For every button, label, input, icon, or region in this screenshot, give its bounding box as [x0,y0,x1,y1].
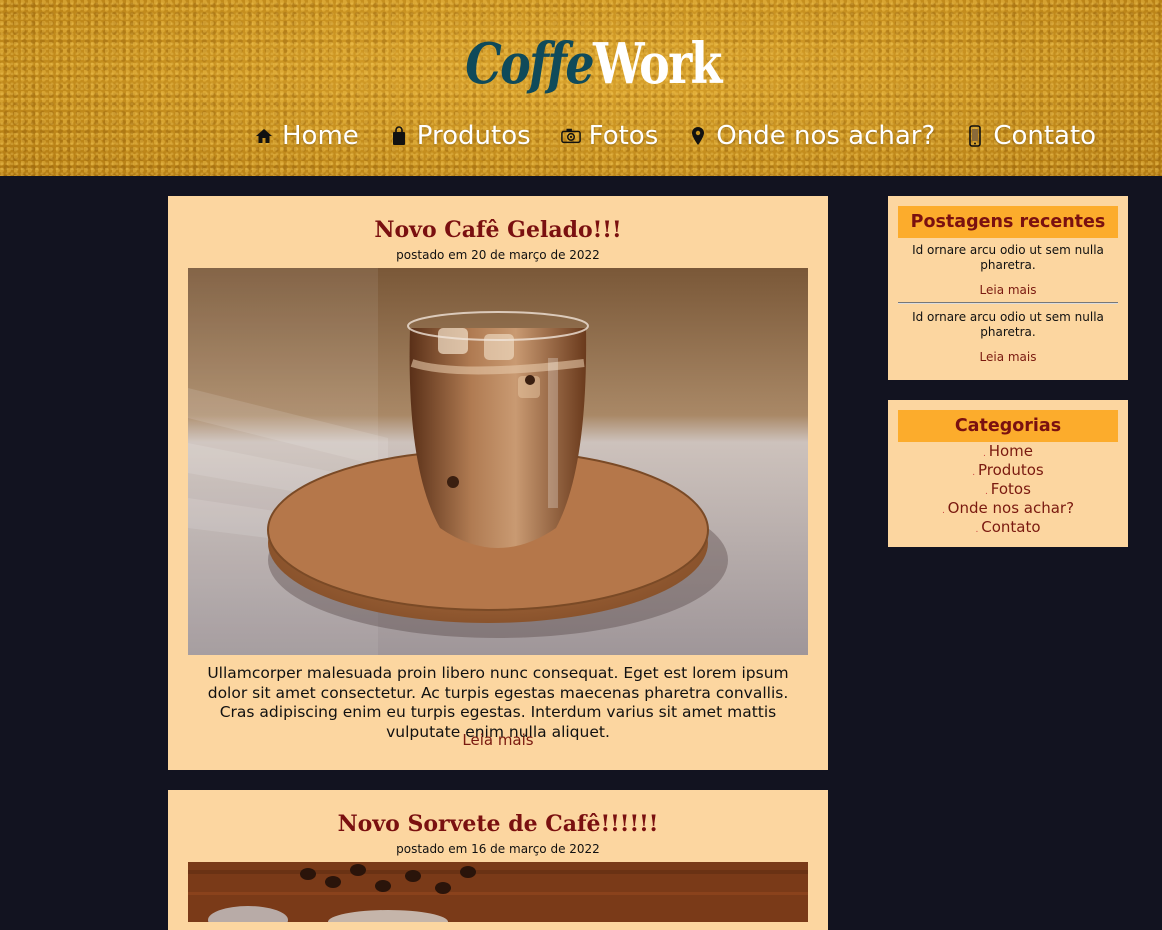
nav-item-fotos[interactable]: Fotos [560,116,659,156]
logo-part-work: Work [592,31,723,97]
post-title[interactable]: Novo Cafê Gelado!!! [168,216,828,244]
nav-label: Contato [993,121,1097,151]
main-nav: Home Produtos Fotos Onde nos achar? Cont… [254,116,1096,156]
categories-heading: Categorias [898,410,1118,442]
category-contato[interactable]: . Contato [898,518,1118,540]
post-date: postado em 16 de março de 2022 [396,842,600,856]
shopping-bag-icon [389,125,409,147]
nav-label: Produtos [416,121,531,151]
recent-post-text: Id ornare arcu odio ut sem nulla pharetr… [912,243,1104,272]
camera-icon [560,125,581,147]
recent-post-text: Id ornare arcu odio ut sem nulla pharetr… [912,310,1104,339]
nav-item-onde-nos-achar[interactable]: Onde nos achar? [688,116,935,156]
site-logo[interactable]: CoffeWork [117,28,1070,100]
nav-label: Onde nos achar? [716,121,936,151]
recent-divider [898,302,1118,304]
recent-posts-heading: Postagens recentes [898,206,1118,238]
recent-post-read-more[interactable]: Leia mais [898,349,1118,365]
nav-item-contato[interactable]: Contato [965,116,1096,156]
category-label: Onde nos achar? [947,499,1075,517]
post-card: Novo Cafê Gelado!!! postado em 20 de mar… [168,196,828,770]
post-card: Novo Sorvete de Cafê!!!!!! postado em 16… [168,790,828,930]
nav-label: Fotos [588,121,659,151]
location-pin-icon [688,125,708,147]
nav-item-home[interactable]: Home [254,116,359,156]
category-label: Home [988,442,1034,460]
recent-post-read-more[interactable]: Leia mais [898,282,1118,298]
logo-part-coffe: Coffe [465,31,594,97]
category-label: Contato [981,518,1041,536]
nav-label: Home [282,121,359,151]
phone-icon [965,125,985,147]
site-header: CoffeWork Home Produtos Fotos Onde nos a… [0,0,1162,176]
post-title[interactable]: Novo Sorvete de Cafê!!!!!! [168,810,828,838]
category-label: Produtos [978,461,1044,479]
home-icon [254,125,274,147]
read-more-link[interactable]: Leia mais [168,731,828,749]
recent-posts-box: Postagens recentes Id ornare arcu odio u… [888,196,1128,380]
category-label: Fotos [990,480,1031,498]
nav-item-produtos[interactable]: Produtos [389,116,531,156]
categories-box: Categorias . Home . Produtos . Fotos . O… [888,400,1128,547]
iced-coffee-photo[interactable] [188,268,808,655]
post-date: postado em 20 de março de 2022 [396,248,600,262]
coffee-beans-photo[interactable] [188,862,808,922]
